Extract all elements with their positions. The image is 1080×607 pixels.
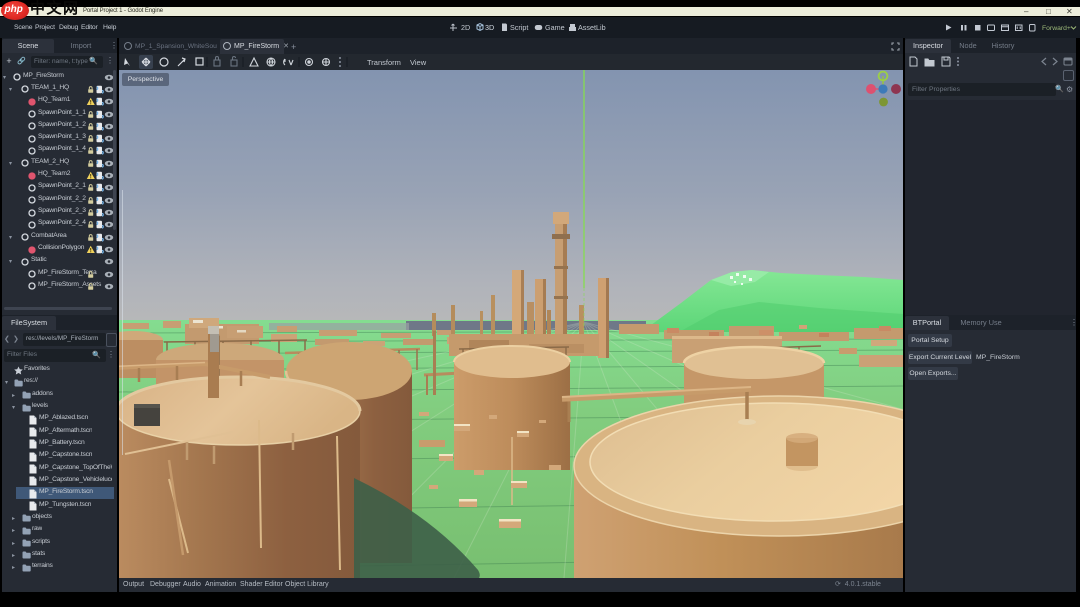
svg-text:2D: 2D [461, 23, 470, 32]
svg-text:Game: Game [545, 23, 565, 32]
svg-text:3D: 3D [485, 23, 494, 32]
svg-text:AssetLib: AssetLib [578, 23, 606, 32]
svg-text:Script: Script [510, 23, 528, 32]
svg-text:View: View [410, 58, 427, 67]
svg-text:Forward+: Forward+ [1042, 25, 1071, 32]
svg-text:Transform: Transform [367, 58, 401, 67]
